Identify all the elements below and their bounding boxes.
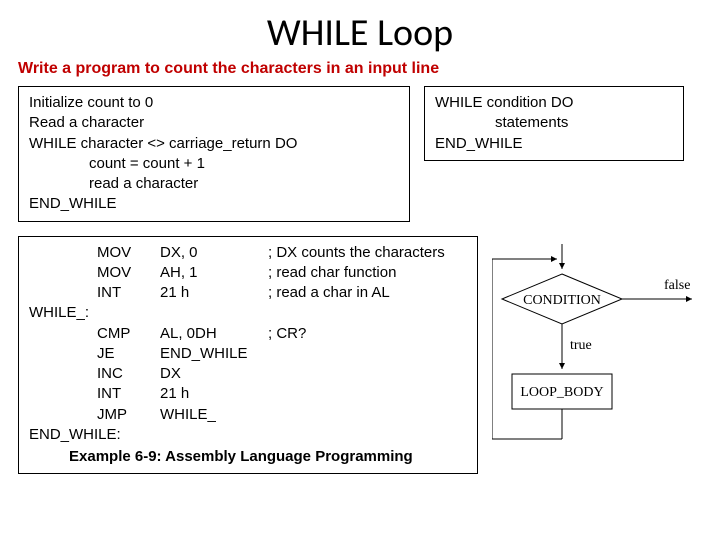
flow-body-label: LOOP_BODY	[520, 385, 603, 400]
problem-statement: Write a program to count the characters …	[18, 60, 702, 78]
syntax-line: statements	[435, 113, 673, 133]
syntax-line: END_WHILE	[435, 134, 673, 154]
flowchart-diagram: CONDITION false true LOOP_BODY	[492, 244, 702, 478]
asm-row: INT21 h; read a char in AL	[29, 283, 453, 303]
asm-row: CMPAL, 0DH; CR?	[29, 324, 453, 344]
assembly-caption: Example 6-9: Assembly Language Programmi…	[29, 447, 467, 467]
asm-row: WHILE_:	[29, 303, 453, 323]
syntax-box: WHILE condition DO statements END_WHILE	[424, 86, 684, 161]
pseudo-line: Read a character	[29, 113, 399, 133]
pseudocode-box: Initialize count to 0 Read a character W…	[18, 86, 410, 222]
pseudo-line: WHILE character <> carriage_return DO	[29, 134, 399, 154]
pseudo-line: read a character	[29, 174, 399, 194]
flow-false-label: false	[664, 278, 690, 293]
asm-row: MOVDX, 0; DX counts the characters	[29, 243, 453, 263]
asm-row: END_WHILE:	[29, 425, 453, 445]
asm-row: INCDX	[29, 364, 453, 384]
pseudo-line: Initialize count to 0	[29, 93, 399, 113]
pseudo-line: END_WHILE	[29, 194, 399, 214]
pseudo-line: count = count + 1	[29, 154, 399, 174]
asm-row: JEEND_WHILE	[29, 344, 453, 364]
asm-row: MOVAH, 1; read char function	[29, 263, 453, 283]
flow-condition-label: CONDITION	[523, 293, 601, 308]
page-title: WHILE Loop	[18, 10, 702, 56]
syntax-line: WHILE condition DO	[435, 93, 673, 113]
flow-true-label: true	[570, 338, 592, 353]
assembly-box: MOVDX, 0; DX counts the characters MOVAH…	[18, 236, 478, 475]
asm-row: INT21 h	[29, 384, 453, 404]
asm-row: JMPWHILE_	[29, 405, 453, 425]
